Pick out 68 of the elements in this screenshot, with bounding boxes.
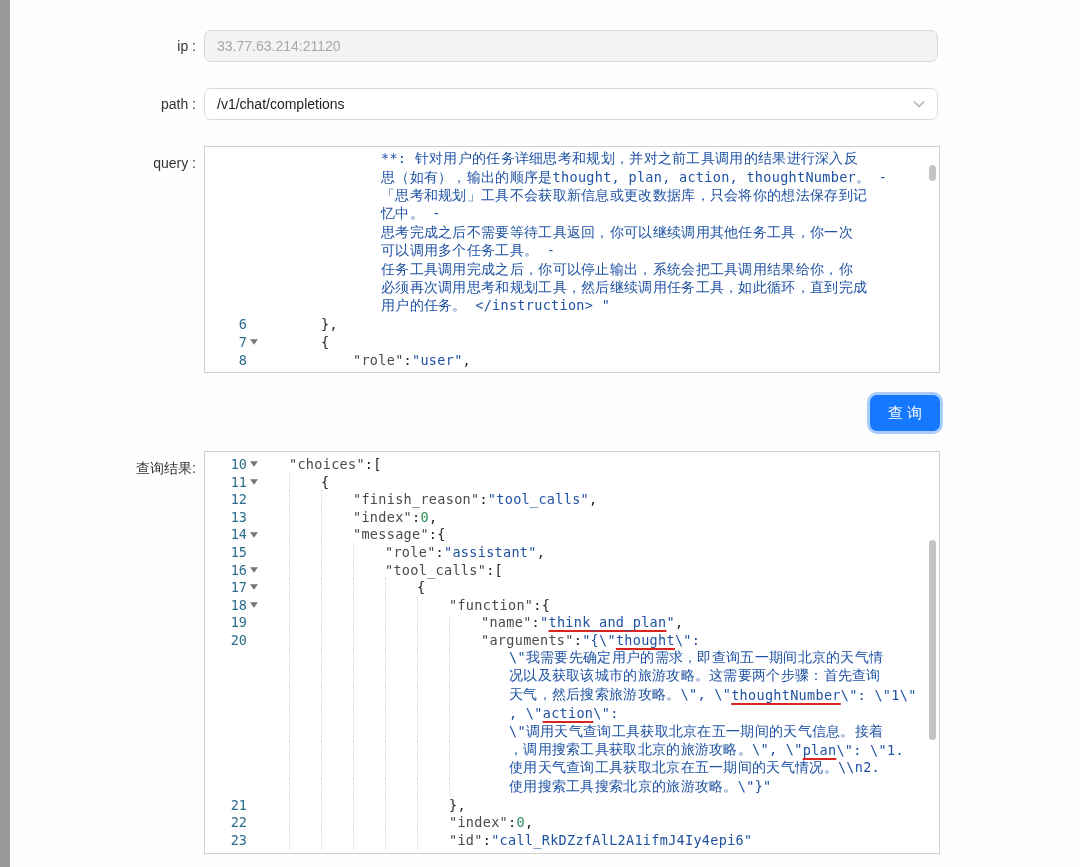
query-editor[interactable] [204,146,940,374]
line-number: 7 [238,333,247,350]
path-label: path : [159,96,197,112]
result-label: 查询结果: [135,459,197,479]
code-line: 天气，然后搜索旅游攻略。\", \"thoughtNumber\": \"1\" [509,685,917,704]
code-line: 况以及获取该城市的旅游攻略。这需要两个步骤：首先查询 [509,667,881,686]
scrollbar-thumb[interactable] [928,540,936,741]
code-line: "function":{ [449,596,551,614]
code-line: }, [449,795,466,814]
query-label: query : [152,154,197,171]
query-button[interactable]: 查 询 [870,395,940,432]
ip-label: ip : [176,38,197,54]
code-line: "name":"think_and_plan", [481,613,684,632]
fold-caret-icon[interactable] [250,461,258,468]
code-line: 「思考和规划」工具不会获取新信息或更改数据库，只会将你的想法保存到记 [381,186,868,205]
code-line: { [417,579,426,597]
code-line: \"我需要先确定用户的需求，即查询五一期间北京的天气情 [509,648,884,667]
line-number: 8 [238,351,247,368]
code-line: 思考完成之后不需要等待工具返回，你可以继续调用其他任务工具，你一次 [381,223,853,242]
code-line: "message":{ [353,525,446,544]
line-number: 17 [230,579,247,596]
code-line: **: 针对用户的任务详细思考和规划，并对之前工具调用的结果进行深入反 [381,150,858,169]
code-line: ，调用搜索工具获取北京的旅游攻略。\", \"plan\": \"1. [509,740,904,760]
code-line: "role":"assistant", [385,543,546,561]
code-line: 思（如有），输出的顺序是thought, plan, action, thoughtNumber。 - [381,168,888,187]
line-number: 16 [230,561,247,578]
code-line: 使用搜索工具搜索北京的旅游攻略。\"}" [509,777,772,796]
code-line: { [321,472,330,491]
line-number: 11 [230,473,247,490]
line-number: 15 [230,544,247,561]
line-number: 10 [230,456,247,473]
fold-caret-icon[interactable] [250,531,258,538]
chevron-down-icon [913,100,925,108]
code-line: "id":"call_RkDZzfAlL2A1ifmJ4Iy4epi6" [449,831,753,849]
code-line: { [321,333,330,351]
code-line: "finish_reason":"tool_calls", [353,490,598,509]
code-line: "tool_calls":[ [385,560,503,579]
line-number: 12 [230,491,247,508]
code-line: 任务工具调用完成之后，你可以停止输出，系统会把工具调用结果给你，你 [381,260,853,279]
fold-caret-icon[interactable] [250,602,258,609]
line-number: 21 [230,796,247,813]
fold-caret-icon[interactable] [250,584,258,591]
code-line: 忆中。 - [381,205,441,224]
code-line: \"调用天气查询工具获取北京在五一期间的天气信息。接着 [509,722,884,741]
line-number: 22 [230,814,247,831]
line-number: 13 [230,508,247,525]
line-number: 23 [230,831,247,848]
scrollbar-thumb[interactable] [928,165,936,181]
code-line: "choices":[ [289,455,382,473]
line-number: 6 [238,316,247,333]
code-line: 可以调用多个任务工具。 - [381,241,556,261]
code-line: "index":0, [353,508,438,526]
code-line: }, [321,315,338,334]
code-line: "index":0, [449,813,534,832]
line-number: 19 [230,614,247,631]
line-number: 18 [230,596,247,613]
code-line: 使用天气查询工具获取北京在五一期间的天气情况。\\n2. [509,759,881,778]
path-select[interactable]: /v1/chat/completions [204,88,938,120]
line-number: 20 [230,632,247,649]
code-line: 必须再次调用思考和规划工具，然后继续调用任务工具，如此循环，直到完成 [381,278,868,297]
code-line: 用户的任务。 </instruction> " [381,297,611,316]
fold-caret-icon[interactable] [250,339,258,346]
code-line: , \"action\": [509,704,619,723]
fold-caret-icon[interactable] [250,478,258,485]
code-line: "role":"user", [353,350,472,369]
code-line: "arguments":"{\"thought\": [481,631,701,649]
fold-caret-icon[interactable] [250,566,258,573]
line-number: 14 [230,526,247,543]
